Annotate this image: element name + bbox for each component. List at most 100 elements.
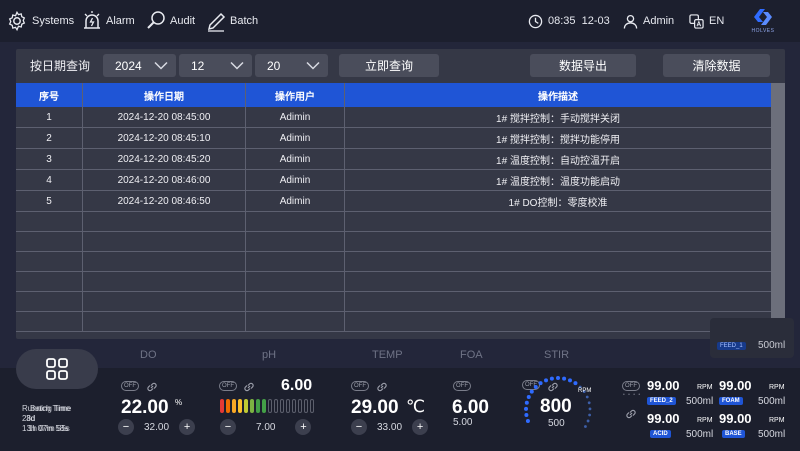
nav-alarm[interactable]: Alarm [82,9,135,33]
base-value: 99.00 [719,411,752,426]
cell-description: 1# DO控制：零度校准 [508,197,608,209]
empty-row [16,212,771,232]
header-date[interactable]: 操作日期 [83,83,246,107]
cell-user: Adimin [246,170,345,190]
chevron-down-icon [230,61,244,70]
runtime-label-b: Batch Time [30,404,71,413]
home-button[interactable] [16,349,98,389]
stir-dial-dot [588,407,592,411]
stir-dial-dot [524,413,529,418]
ph-bar-segment [310,399,314,413]
nav-audit-label: Audit [170,15,196,27]
empty-row [16,252,771,272]
base-badge[interactable]: BASE [722,430,745,438]
empty-row [16,232,771,252]
pumps-toggle[interactable]: OFF [622,381,640,391]
temp-increase-button[interactable]: + [412,419,429,435]
foam-unit: RPM [769,384,785,391]
cell-user: Adimin [246,191,345,211]
audit-log-panel: 按日期查询 2024 12 20 立即查询 数据导出 清除数据 序号 操作日期 … [16,49,785,339]
ph-bar-segment [298,399,302,413]
temp-setpoint[interactable]: 33.00 [377,422,402,433]
ph-setpoint[interactable]: 7.00 [256,422,275,433]
ph-increase-button[interactable]: + [295,419,312,435]
temp-decrease-button[interactable]: − [351,419,367,435]
header-index[interactable]: 序号 [16,83,83,107]
search-icon [147,11,165,29]
cell-index: 3 [16,149,83,169]
table-header: 序号 操作日期 操作用户 操作描述 [16,83,771,107]
cell-index: 2 [16,128,83,148]
table-row[interactable]: 5 2024-12-20 08:46:50 Adimin 1# DO控制：零度校… [16,191,771,212]
stir-setpoint[interactable]: 500 [548,418,565,429]
language-switch[interactable]: EN [689,11,724,31]
ph-bar-segment [226,399,230,413]
do-toggle[interactable]: OFF [121,381,139,391]
acid-unit: RPM [697,417,713,424]
section-foa: FOA [460,349,483,361]
table-row[interactable]: 4 2024-12-20 08:46:00 Adimin 1# 温度控制：温度功… [16,170,771,191]
foam-badge[interactable]: FOAM [719,397,743,405]
table-scrollbar[interactable] [771,83,785,339]
stir-dial-dot [588,413,592,417]
ph-bar-segment [250,399,254,413]
acid-volume: 500ml [686,429,714,440]
pump-dots: • • • • [623,392,642,398]
link-icon[interactable] [242,380,256,394]
foam-volume: 500ml [758,396,786,407]
feed1-panel[interactable]: FEED_1 500ml [710,318,794,358]
ph-toggle[interactable]: OFF [219,381,237,391]
ph-bar-segment [262,399,266,413]
user-name: Admin [643,15,675,27]
empty-row [16,272,771,292]
link-icon[interactable] [624,407,638,421]
empty-row [16,292,771,312]
cell-date: 2024-12-20 08:45:20 [83,149,246,169]
link-icon[interactable] [375,380,389,394]
empty-row [16,312,771,332]
runtime-value-b: 3d [26,414,35,423]
nav-audit[interactable]: Audit [146,9,195,33]
feed2-badge[interactable]: FEED_2 [647,397,676,405]
year-select[interactable]: 2024 [103,54,176,77]
stir-dial-dot [562,376,567,381]
section-stir: STIR [544,349,570,361]
day-select[interactable]: 20 [255,54,328,77]
nav-systems[interactable]: Systems [6,9,74,33]
stir-value: 800 [540,396,572,417]
stir-dial-dot [556,376,560,380]
nav-batch[interactable]: Batch [206,9,258,33]
table-row[interactable]: 1 2024-12-20 08:45:00 Adimin 1# 搅拌控制：手动搅… [16,107,771,128]
link-icon[interactable] [145,380,159,394]
year-value: 2024 [115,58,142,73]
query-button[interactable]: 立即查询 [339,54,439,77]
cell-date: 2024-12-20 08:45:10 [83,128,246,148]
header-description[interactable]: 操作描述 [345,83,771,107]
foa-toggle[interactable]: OFF [453,381,471,391]
cell-description: 1# 温度控制：温度功能启动 [496,176,620,188]
ph-decrease-button[interactable]: − [220,419,236,435]
ph-bar-segment [244,399,248,413]
table-row[interactable]: 2 2024-12-20 08:45:10 Adimin 1# 搅拌控制：搅拌功… [16,128,771,149]
export-button[interactable]: 数据导出 [530,54,636,77]
do-decrease-button[interactable]: − [118,419,134,435]
temp-toggle[interactable]: OFF [351,381,369,391]
temp-value: 29.00 [351,397,399,418]
foa-setpoint[interactable]: 5.00 [453,417,472,428]
user-menu[interactable]: Admin [623,11,674,31]
do-increase-button[interactable]: + [179,419,196,435]
stir-dial-dot [544,378,549,383]
month-select[interactable]: 12 [179,54,252,77]
chevron-down-icon [154,61,168,70]
runtime-value-d: 1h 07m 55s [28,424,70,433]
do-setpoint[interactable]: 32.00 [144,422,169,433]
cell-description: 1# 搅拌控制：手动搅拌关闭 [496,113,620,125]
table-row[interactable]: 3 2024-12-20 08:45:20 Adimin 1# 温度控制：自动控… [16,149,771,170]
stir-dial-dot [524,406,529,411]
acid-badge[interactable]: ACID [650,430,671,438]
clear-button[interactable]: 清除数据 [663,54,770,77]
stir-dial-dot [567,378,572,383]
foa-value: 6.00 [452,397,489,418]
stir-dial-dot [573,381,578,386]
header-user[interactable]: 操作用户 [246,83,345,107]
